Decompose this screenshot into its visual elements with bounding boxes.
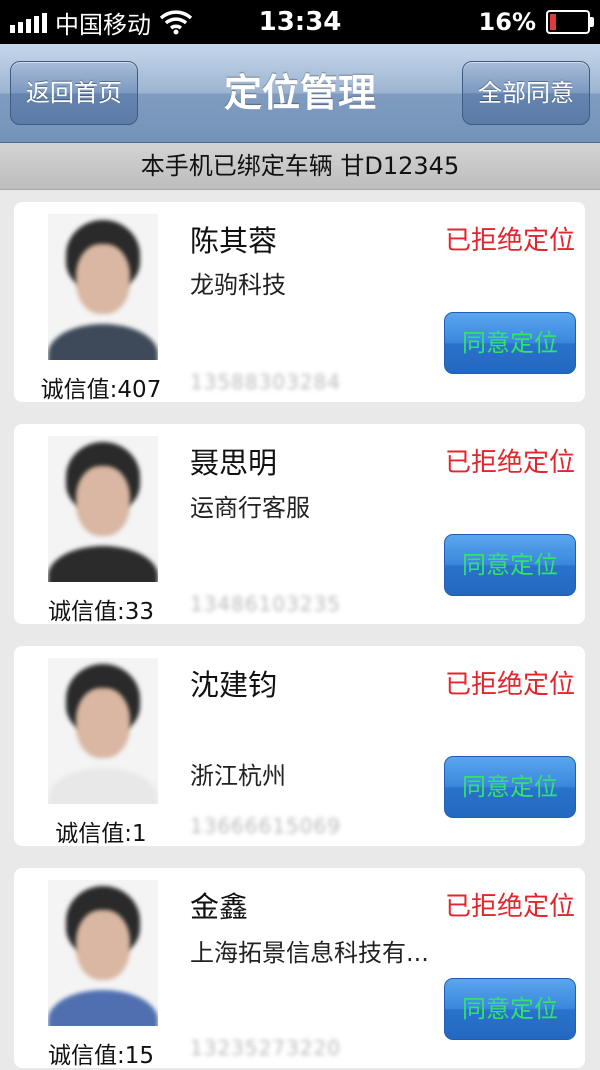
- contact-phone: 13235273220: [190, 1036, 341, 1060]
- avatar-face: [76, 244, 130, 314]
- contact-phone: 13486103235: [190, 592, 341, 616]
- agree-location-button[interactable]: 同意定位: [444, 756, 576, 818]
- contact-company: 上海拓景信息科技有...: [190, 939, 429, 967]
- location-status: 已拒绝定位: [444, 226, 575, 256]
- credit-score: 诚信值:407: [40, 377, 162, 403]
- avatar: [48, 436, 158, 582]
- contact-card: 诚信值:407 陈其蓉 龙驹科技 13588303284 已拒绝定位 同意定位: [14, 202, 585, 403]
- battery-percent: 16%: [478, 8, 536, 36]
- location-status: 已拒绝定位: [444, 448, 575, 478]
- avatar: [48, 214, 158, 360]
- page-title: 定位管理: [223, 71, 376, 115]
- avatar-body: [48, 768, 158, 804]
- avatar-body: [48, 324, 158, 360]
- contact-company: 浙江杭州: [190, 762, 286, 790]
- agree-location-button[interactable]: 同意定位: [444, 312, 576, 374]
- navigation-bar: 返回首页 定位管理 全部同意: [0, 44, 600, 143]
- avatar-body: [48, 990, 158, 1026]
- agree-location-button[interactable]: 同意定位: [444, 534, 576, 596]
- credit-score: 诚信值:33: [47, 599, 154, 625]
- contact-name: 沈建钧: [190, 668, 278, 702]
- contact-phone: 13588303284: [190, 370, 341, 394]
- contact-company: 龙驹科技: [190, 271, 286, 299]
- back-home-button[interactable]: 返回首页: [10, 61, 138, 125]
- avatar: [48, 658, 158, 804]
- contact-name: 聂思明: [190, 446, 278, 480]
- contact-name: 陈其蓉: [190, 224, 278, 258]
- avatar-face: [76, 466, 130, 536]
- contact-card: 诚信值:33 聂思明 运商行客服 13486103235 已拒绝定位 同意定位: [14, 424, 585, 625]
- contact-card: 诚信值:1 沈建钧 浙江杭州 13666615069 已拒绝定位 同意定位: [14, 646, 585, 847]
- status-bar: 中国移动 13:34 16%: [0, 0, 600, 44]
- vehicle-binding-banner: 本手机已绑定车辆 甘D12345: [0, 143, 600, 190]
- contact-card: 诚信值:15 金鑫 上海拓景信息科技有... 13235273220 已拒绝定位…: [14, 868, 585, 1069]
- avatar-face: [76, 910, 130, 980]
- avatar: [48, 880, 158, 1026]
- contact-company: 运商行客服: [190, 494, 310, 522]
- agree-location-button[interactable]: 同意定位: [444, 978, 576, 1040]
- battery-icon: [546, 10, 594, 34]
- contact-phone: 13666615069: [190, 814, 341, 838]
- agree-all-button[interactable]: 全部同意: [462, 61, 590, 125]
- location-status: 已拒绝定位: [444, 892, 575, 922]
- credit-score: 诚信值:1: [55, 821, 147, 847]
- avatar-body: [48, 546, 158, 582]
- location-status: 已拒绝定位: [444, 670, 575, 700]
- credit-score: 诚信值:15: [47, 1043, 154, 1069]
- status-right: 16%: [478, 0, 594, 44]
- contact-name: 金鑫: [190, 890, 249, 924]
- avatar-face: [76, 688, 130, 758]
